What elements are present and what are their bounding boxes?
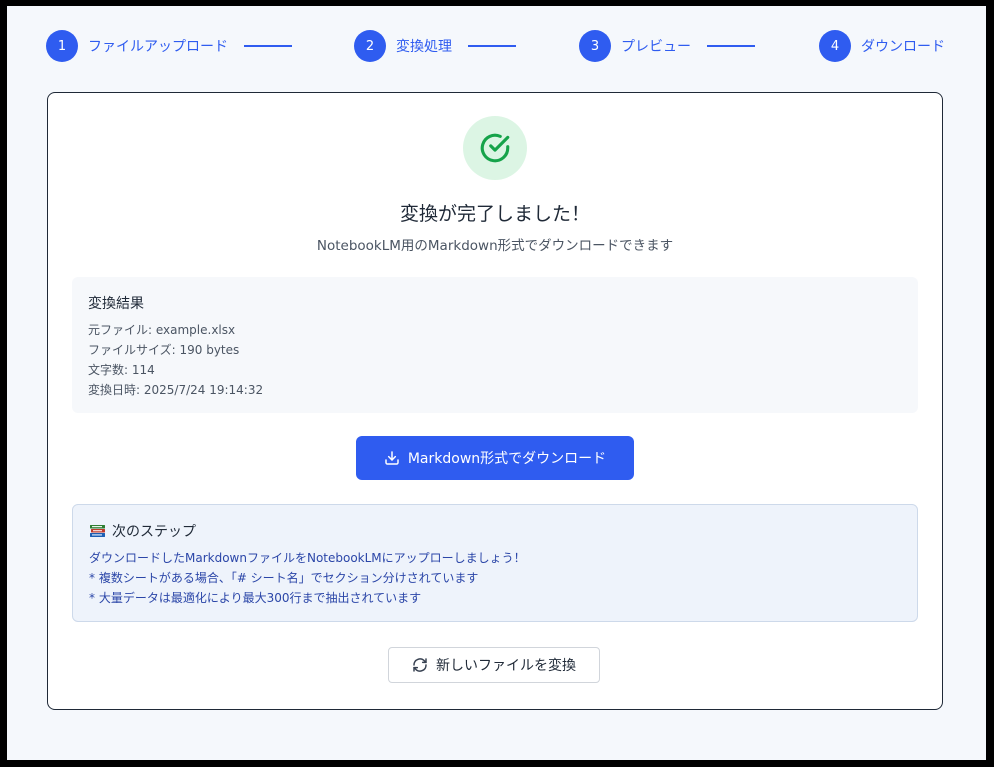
success-subtitle: NotebookLM用のMarkdown形式でダウンロードできます [316, 238, 674, 254]
result-converted-at: 変換日時: 2025/7/24 19:14:32 [88, 383, 264, 397]
step-convert: 2 変換処理 [354, 30, 516, 62]
conversion-result-panel: 変換結果 元ファイル: example.xlsx ファイルサイズ: 190 by… [72, 277, 918, 413]
result-file-size: ファイルサイズ: 190 bytes [88, 343, 240, 357]
step-label: 変換処理 [396, 39, 452, 55]
step-label: プレビュー [621, 39, 691, 55]
download-markdown-button[interactable]: Markdown形式でダウンロード [356, 436, 634, 480]
result-char-count: 文字数: 114 [88, 363, 155, 377]
step-label: ダウンロード [861, 39, 945, 55]
download-icon [384, 450, 400, 466]
next-step-line: * 大量データは最適化により最大300行まで抽出されています [89, 591, 422, 605]
books-icon [89, 523, 106, 539]
next-steps-title: 次のステップ [89, 521, 196, 541]
step-number: 3 [579, 30, 611, 62]
step-connector [244, 45, 292, 47]
result-card: 変換が完了しました！ NotebookLM用のMarkdown形式でダウンロード… [47, 92, 943, 710]
step-connector [707, 45, 755, 47]
success-title: 変換が完了しました！ [399, 203, 590, 225]
check-circle-icon [463, 116, 527, 180]
step-connector [468, 45, 516, 47]
refresh-icon [412, 657, 428, 673]
result-title: 変換結果 [88, 296, 144, 312]
step-number: 2 [354, 30, 386, 62]
next-step-line: ダウンロードしたMarkdownファイルをNotebookLMにアップローしまし… [89, 551, 526, 565]
convert-new-file-button[interactable]: 新しいファイルを変換 [388, 647, 600, 683]
step-upload: 1 ファイルアップロード [46, 30, 292, 62]
download-button-label: Markdown形式でダウンロード [407, 451, 607, 467]
app-window: 1 ファイルアップロード 2 変換処理 3 プレビュー 4 ダウンロード 変換が… [7, 6, 986, 760]
step-number: 1 [46, 30, 78, 62]
next-steps-panel: 次のステップ ダウンロードしたMarkdownファイルをNotebookLMにア… [72, 504, 918, 622]
next-steps-title-text: 次のステップ [112, 524, 196, 540]
step-number: 4 [819, 30, 851, 62]
reset-button-label: 新しいファイルを変換 [436, 658, 576, 674]
step-preview: 3 プレビュー [579, 30, 755, 62]
result-source-file: 元ファイル: example.xlsx [88, 323, 236, 337]
step-download: 4 ダウンロード [819, 30, 945, 62]
next-step-line: * 複数シートがある場合、「# シート名」でセクション分けされています [89, 571, 479, 585]
progress-stepper: 1 ファイルアップロード 2 変換処理 3 プレビュー 4 ダウンロード [7, 6, 986, 86]
step-label: ファイルアップロード [88, 39, 228, 55]
